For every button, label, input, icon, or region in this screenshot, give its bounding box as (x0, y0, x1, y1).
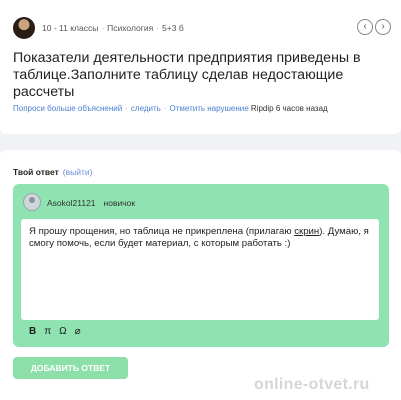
answer-heading: Твой ответ (выйти) (13, 167, 92, 177)
screenshot-link[interactable]: скрин (294, 226, 319, 237)
question-actions: Попроси больше объяснений · следить · Отмети… (13, 104, 328, 113)
question-title: Показатели деятельности предприятия прив… (13, 50, 361, 100)
add-answer-button[interactable]: ДОБАВИТЬ ОТВЕТ (13, 357, 128, 379)
watermark: online-otvet.ru (254, 376, 370, 393)
pi-icon[interactable]: π (44, 326, 51, 337)
points-label: 5+3 б (162, 23, 184, 33)
ask-more-link[interactable]: Попроси больше объяснений (13, 104, 122, 113)
bold-icon[interactable]: B (29, 326, 36, 337)
answer-heading-label: Твой ответ (13, 167, 59, 177)
answer-user: Asokol21121 новичок (47, 198, 135, 208)
question-card: 10 - 11 классы · Психология · 5+3 б ‹ › Пока… (0, 0, 401, 134)
answer-text[interactable]: Я прошу прощения, но таблица не прикрепл… (29, 226, 374, 250)
logout-link[interactable]: (выйти) (63, 167, 93, 177)
user-avatar-icon (23, 193, 41, 211)
asker-avatar[interactable] (13, 17, 35, 39)
attach-icon[interactable]: ⌀ (75, 326, 81, 337)
author-name[interactable]: Ripdip (251, 104, 274, 113)
editor-toolbar: Bπ Ω ⌀ (29, 326, 89, 337)
user-name[interactable]: Asokol21121 (47, 198, 96, 208)
prev-question-button[interactable]: ‹ (357, 19, 373, 35)
question-meta: 10 - 11 классы · Психология · 5+3 б (42, 23, 184, 33)
next-question-button[interactable]: › (375, 19, 391, 35)
user-rank: новичок (103, 198, 136, 208)
report-link[interactable]: Отметить нарушение (170, 104, 249, 113)
follow-link[interactable]: следить (131, 104, 161, 113)
omega-icon[interactable]: Ω (59, 326, 66, 337)
grade-link[interactable]: 10 - 11 классы (42, 23, 98, 33)
question-time: 6 часов назад (275, 104, 328, 113)
subject-link[interactable]: Психология (107, 23, 153, 33)
